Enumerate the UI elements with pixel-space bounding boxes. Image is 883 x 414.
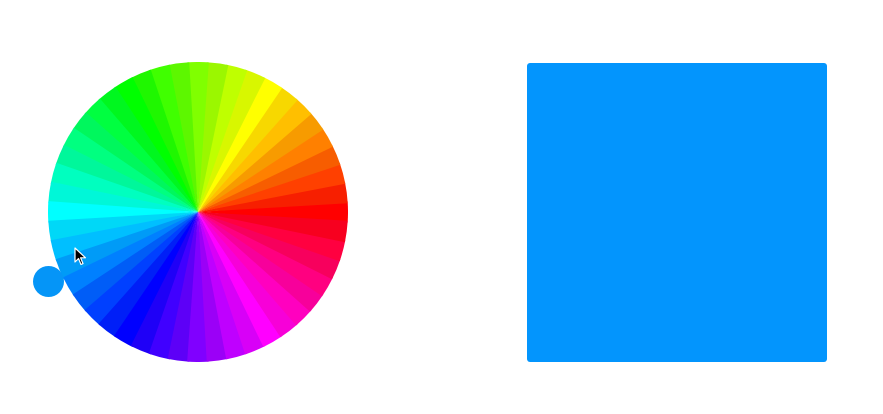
color-selector-knob[interactable] [33,266,64,297]
color-wheel-icon[interactable] [48,62,348,362]
color-wheel[interactable] [48,62,348,362]
color-picker-app [0,0,883,414]
color-preview-swatch [527,63,827,362]
